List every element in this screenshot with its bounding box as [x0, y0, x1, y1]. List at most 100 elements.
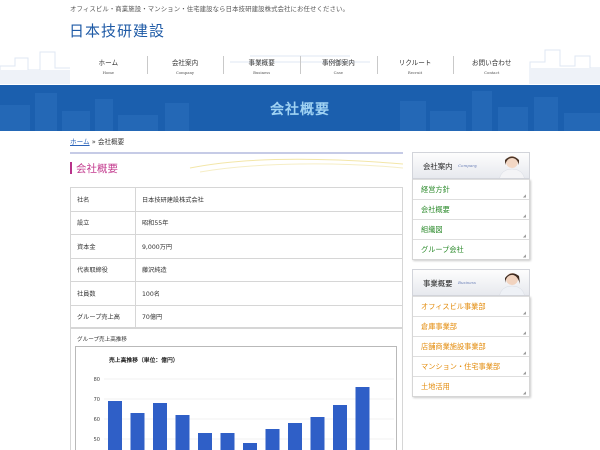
sidebar-item-label: 会社概要 [421, 205, 450, 214]
nav-recruit-label: リクルート [398, 59, 432, 67]
row-value: 70億円 [135, 304, 403, 329]
table-row: 社名 日本技研建設株式会社 [70, 187, 403, 212]
sidebar-company-title: 会社案内 [423, 162, 453, 171]
table-row: 代表取締役 藤沢純造 [70, 257, 403, 282]
sales-graph-label: グループ売上高推移 [77, 337, 128, 343]
corner-arrow-icon: ◢ [522, 350, 526, 355]
row-key: 代表取締役 [70, 257, 136, 282]
row-value: 藤沢純造 [135, 257, 403, 282]
table-row: グループ売上高 70億円 [70, 304, 403, 329]
corner-arrow-icon: ◢ [522, 213, 526, 218]
corner-arrow-icon: ◢ [522, 370, 526, 375]
row-key: 設立 [70, 210, 136, 235]
sidebar-item-retail[interactable]: 店舗商業施設事業部 ◢ [413, 336, 529, 356]
breadcrumb-current: 会社概要 [97, 138, 125, 146]
heading-decoration [189, 158, 403, 173]
nav-home-label: ホーム [98, 59, 119, 67]
global-nav: ホーム Home 会社案内 Company 事業概要 Business 事例御案内 Ca… [70, 52, 530, 80]
sidebar-item-label: 土地活用 [421, 382, 450, 391]
sidebar-item-group[interactable]: グループ会社 ◢ [413, 239, 529, 259]
nav-case[interactable]: 事例御案内 Case [300, 52, 377, 80]
main-content: 会社概要 社名 日本技研建設株式会社 設立 昭和55年 資本金 9,000万円 代表取… [70, 152, 403, 450]
sidebar-item-label: マンション・住宅事業部 [421, 362, 501, 371]
sidebar-item-overview[interactable]: 会社概要 ◢ [413, 199, 529, 219]
company-info-table: 社名 日本技研建設株式会社 設立 昭和55年 資本金 9,000万円 代表取締役 藤沢純… [70, 187, 403, 329]
nav-company-sublabel: Company [175, 70, 195, 75]
chart-bar [310, 417, 325, 450]
table-row: 設立 昭和55年 [70, 210, 403, 235]
sidebar-item-label: グループ会社 [421, 245, 464, 254]
nav-contact[interactable]: お問い合わせ Contact [453, 52, 530, 80]
row-value: 100名 [135, 281, 403, 306]
row-key: グループ売上高 [70, 304, 136, 329]
chart-bar [333, 405, 347, 450]
sidebar-business-box: 事業概要 Business オフィスビル事業部 ◢ 倉庫事業部 ◢ 店舗商業施設事業… [412, 269, 530, 397]
nav-company[interactable]: 会社案内 Company [146, 52, 224, 80]
sales-chart: 売上高推移（単位：億円） 4050607080 [75, 346, 397, 450]
staff-photo-icon [499, 273, 525, 295]
sidebar-company-box: 会社案内 Company 経営方針 ◢ 会社概要 ◢ 組織図 ◢ グループ会社 ◢ [412, 152, 530, 260]
breadcrumb: ホーム » 会社概要 [70, 136, 124, 146]
corner-arrow-icon: ◢ [522, 193, 526, 198]
row-key: 社員数 [70, 281, 136, 306]
chart-bar [108, 401, 122, 450]
row-key: 社名 [70, 187, 136, 212]
y-tick-label: 70 [94, 397, 100, 403]
sidebar-business-list: オフィスビル事業部 ◢ 倉庫事業部 ◢ 店舗商業施設事業部 ◢ マンション・住宅事業部… [412, 296, 530, 397]
chart-bar [175, 415, 190, 450]
nav-business[interactable]: 事業概要 Business [223, 52, 300, 80]
sidebar-item-land[interactable]: 土地活用 ◢ [413, 376, 529, 396]
sidebar-company-header: 会社案内 Company [412, 152, 530, 179]
nav-home[interactable]: ホーム Home [70, 52, 147, 80]
sidebar-item-policy[interactable]: 経営方針 ◢ [413, 179, 529, 199]
sidebar-business-header: 事業概要 Business [412, 269, 530, 296]
nav-business-label: 事業概要 [248, 59, 275, 67]
sidebar-item-org-chart[interactable]: 組織図 ◢ [413, 219, 529, 239]
sidebar-business-subtitle: Business [458, 280, 476, 285]
sidebar-item-label: 組織図 [421, 225, 443, 234]
sidebar-company-subtitle: Company [458, 163, 478, 168]
page-title: 会社概要 [270, 102, 330, 118]
row-value: 昭和55年 [135, 210, 403, 235]
y-tick-label: 80 [94, 377, 100, 383]
nav-case-sublabel: Case [333, 70, 344, 75]
page: オフィスビル・商業施設・マンション・住宅建設なら日本技研建設株式会社にお任せくだ… [0, 0, 600, 450]
nav-contact-label: お問い合わせ [471, 59, 512, 67]
chart-title: 売上高推移（単位：億円） [109, 356, 179, 364]
sidebar-business-title: 事業概要 [423, 279, 453, 288]
corner-arrow-icon: ◢ [522, 330, 526, 335]
nav-case-label: 事例御案内 [321, 59, 355, 67]
nav-recruit-sublabel: Recruit [407, 70, 423, 75]
sidebar-item-label: 倉庫事業部 [421, 322, 457, 331]
sidebar-item-office[interactable]: オフィスビル事業部 ◢ [413, 296, 529, 316]
table-row: 社員数 100名 [70, 281, 403, 306]
corner-arrow-icon: ◢ [522, 390, 526, 395]
nav-home-sublabel: Home [102, 70, 115, 75]
nav-recruit[interactable]: リクルート Recruit [376, 52, 454, 80]
sidebar-item-warehouse[interactable]: 倉庫事業部 ◢ [413, 316, 529, 336]
table-row: 資本金 9,000万円 [70, 234, 403, 259]
nav-business-sublabel: Business [253, 70, 271, 75]
breadcrumb-home-link[interactable]: ホーム [70, 138, 90, 146]
corner-arrow-icon: ◢ [522, 253, 526, 258]
y-tick-label: 60 [94, 417, 100, 423]
corner-arrow-icon: ◢ [522, 233, 526, 238]
chart-bar [243, 443, 257, 450]
row-key: 資本金 [70, 234, 136, 259]
chart-bar [220, 433, 235, 450]
sidebar-company-list: 経営方針 ◢ 会社概要 ◢ 組織図 ◢ グループ会社 ◢ [412, 179, 530, 260]
staff-photo-icon [499, 156, 525, 178]
sidebar-item-residential[interactable]: マンション・住宅事業部 ◢ [413, 356, 529, 376]
chart-bar [288, 423, 302, 450]
sales-chart-svg: 売上高推移（単位：億円） 4050607080 [94, 356, 394, 450]
chart-bar [265, 429, 280, 450]
nav-contact-sublabel: Contact [484, 70, 500, 75]
section-heading: 会社概要 [70, 152, 403, 178]
breadcrumb-separator: » [91, 138, 96, 146]
sidebar: 会社案内 Company 経営方針 ◢ 会社概要 ◢ 組織図 ◢ グループ会社 ◢ 事業… [412, 152, 530, 397]
row-value: 9,000万円 [135, 234, 403, 259]
site-tagline: オフィスビル・商業施設・マンション・住宅建設なら日本技研建設株式会社にお任せくだ… [70, 5, 349, 13]
nav-company-label: 会社案内 [171, 59, 199, 67]
chart-bar [130, 413, 145, 450]
y-tick-label: 50 [94, 437, 100, 443]
